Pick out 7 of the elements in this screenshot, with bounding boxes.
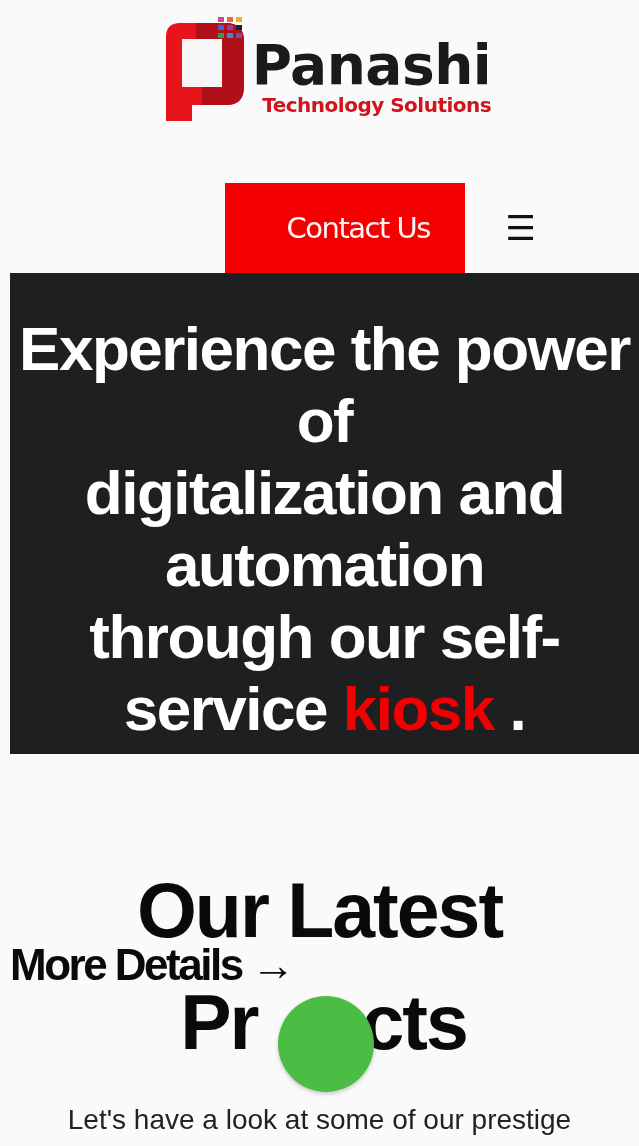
heading-fragment: Pr — [180, 979, 258, 1067]
contact-button[interactable]: Contact Us — [225, 183, 466, 273]
menu-button[interactable]: ☰ — [505, 208, 536, 248]
intro-text: Let's have a look at some of our prestige — [67, 1104, 572, 1136]
logo-tagline: Technology Solutions — [262, 93, 492, 117]
logo-name: Panashi — [251, 37, 492, 93]
hero-heading: Experience the power of digitalization and automation through our self-service kiosk . — [18, 313, 631, 743]
